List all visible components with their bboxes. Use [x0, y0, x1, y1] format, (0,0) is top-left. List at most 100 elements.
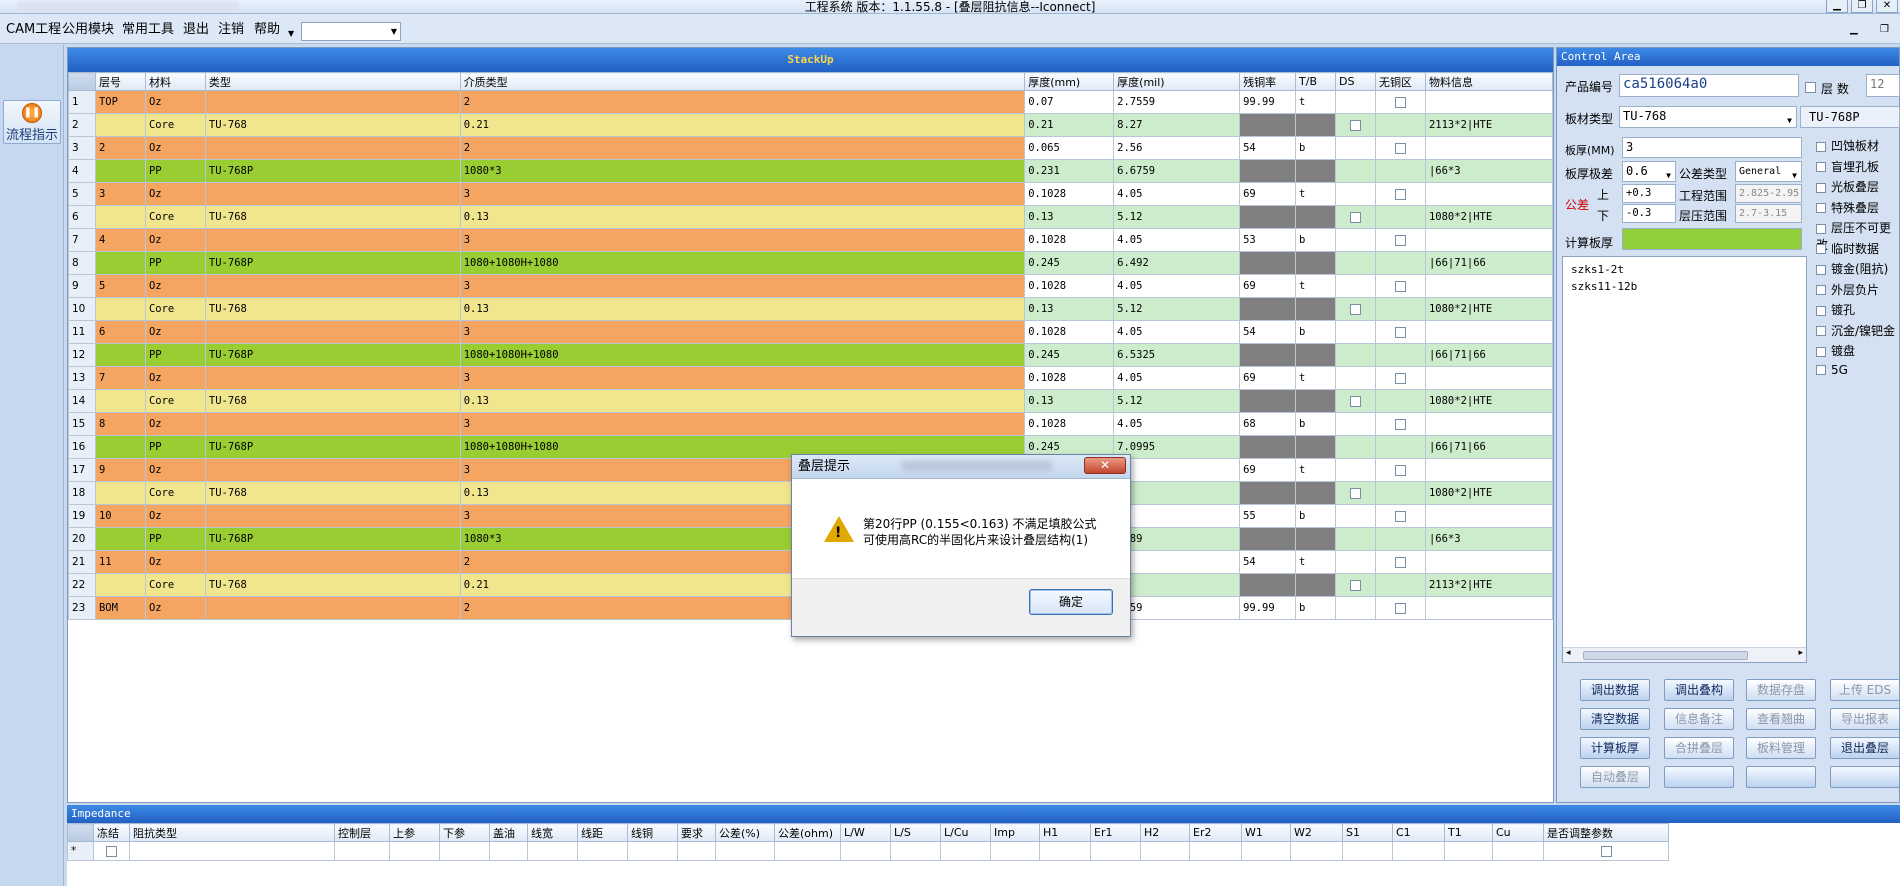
- impedance-col[interactable]: H1: [1039, 823, 1091, 842]
- cell-material[interactable]: Oz: [144, 366, 206, 390]
- cell-no-copper[interactable]: [1374, 182, 1426, 206]
- impedance-cell[interactable]: [890, 841, 941, 861]
- control-button[interactable]: 数据存盘: [1746, 679, 1816, 701]
- cell-ds[interactable]: [1335, 205, 1376, 229]
- no-copper-checkbox[interactable]: [1394, 280, 1406, 292]
- cell-type[interactable]: TU-768P: [204, 435, 461, 459]
- cell-type[interactable]: [204, 412, 461, 436]
- cell-residual-copper[interactable]: [1239, 435, 1297, 459]
- board-thickness-input[interactable]: 3: [1622, 137, 1802, 158]
- option-checkbox-row[interactable]: 特殊叠层: [1816, 199, 1879, 216]
- no-copper-checkbox[interactable]: [1394, 234, 1406, 246]
- cell-thickness-mil[interactable]: 4.05: [1113, 412, 1241, 436]
- cell-type[interactable]: [204, 504, 461, 528]
- cell-residual-copper[interactable]: [1239, 159, 1297, 183]
- row-number[interactable]: 10: [68, 297, 96, 321]
- cell-thickness-mm[interactable]: 0.1028: [1024, 320, 1115, 344]
- cell-layer[interactable]: [94, 113, 146, 137]
- cell-dielectric[interactable]: 3: [459, 228, 1026, 252]
- cell-thickness-mil[interactable]: 6.6759: [1113, 159, 1241, 183]
- cell-layer[interactable]: 10: [94, 504, 146, 528]
- cell-no-copper[interactable]: [1374, 274, 1426, 298]
- impedance-cell[interactable]: [129, 841, 335, 861]
- ds-checkbox[interactable]: [1350, 487, 1361, 499]
- cell-top-bottom[interactable]: [1295, 205, 1337, 229]
- no-copper-checkbox[interactable]: [1394, 464, 1406, 476]
- impedance-cell[interactable]: [1342, 841, 1393, 861]
- cell-material[interactable]: Oz: [144, 458, 206, 482]
- cell-type[interactable]: [204, 228, 461, 252]
- impedance-col[interactable]: L/Cu: [940, 823, 991, 842]
- cell-layer[interactable]: 2: [94, 136, 146, 160]
- cell-thickness-mil[interactable]: 4.05: [1113, 320, 1241, 344]
- impedance-cell[interactable]: [1090, 841, 1141, 861]
- cell-top-bottom[interactable]: b: [1295, 412, 1337, 436]
- impedance-col[interactable]: T1: [1444, 823, 1493, 842]
- layer-count-input[interactable]: 12: [1866, 74, 1900, 97]
- cell-no-copper[interactable]: [1374, 90, 1426, 114]
- no-copper-checkbox[interactable]: [1394, 418, 1406, 430]
- menu-help[interactable]: 帮助: [254, 22, 280, 38]
- option-checkbox-row[interactable]: 镀盘: [1816, 342, 1855, 359]
- control-button[interactable]: 查看翘曲: [1746, 708, 1816, 730]
- list-item[interactable]: szks1-2t: [1571, 261, 1637, 278]
- table-row[interactable]: 7 4 Oz 3 0.1028 4.05 53 b: [68, 228, 1554, 252]
- impedance-cell[interactable]: [1241, 841, 1291, 861]
- cell-ds[interactable]: [1335, 527, 1376, 551]
- cell-thickness-mil[interactable]: 27: [1113, 573, 1241, 597]
- cell-top-bottom[interactable]: t: [1295, 458, 1337, 482]
- row-number[interactable]: 4: [68, 159, 96, 183]
- table-row[interactable]: 13 7 Oz 3 0.1028 4.05 69 t: [68, 366, 1554, 390]
- flow-guide-button[interactable]: ❚❚ 流程指示: [3, 100, 61, 144]
- control-button[interactable]: 合拼叠层: [1664, 737, 1734, 759]
- impedance-checkbox-cell[interactable]: [1543, 841, 1669, 861]
- cell-material-info[interactable]: [1424, 90, 1554, 114]
- cell-no-copper[interactable]: [1374, 113, 1426, 137]
- cell-dielectric[interactable]: 3: [459, 274, 1026, 298]
- row-number[interactable]: 23: [68, 596, 96, 620]
- impedance-cell[interactable]: [527, 841, 578, 861]
- cell-top-bottom[interactable]: b: [1295, 504, 1337, 528]
- cell-material[interactable]: Core: [144, 573, 206, 597]
- cell-thickness-mm[interactable]: 0.21: [1024, 113, 1115, 137]
- cell-no-copper[interactable]: [1374, 366, 1426, 390]
- cell-material[interactable]: Core: [144, 205, 206, 229]
- thickness-tolerance-select[interactable]: 0.6 ▼: [1622, 161, 1676, 182]
- no-copper-checkbox[interactable]: [1394, 96, 1406, 108]
- cell-material-info[interactable]: 2113*2|HTE: [1424, 573, 1554, 597]
- cell-type[interactable]: [204, 366, 461, 390]
- cell-no-copper[interactable]: [1374, 458, 1426, 482]
- cell-material[interactable]: Oz: [144, 320, 206, 344]
- option-checkbox-row[interactable]: 镀金(阻抗): [1816, 260, 1888, 277]
- cell-thickness-mm[interactable]: 0.245: [1024, 251, 1115, 275]
- minimize-button[interactable]: ▁: [1826, 0, 1848, 13]
- cell-no-copper[interactable]: [1374, 343, 1426, 367]
- option-checkbox[interactable]: [1816, 223, 1826, 234]
- cell-residual-copper[interactable]: 55: [1239, 504, 1297, 528]
- cell-residual-copper[interactable]: 99.99: [1239, 596, 1297, 620]
- impedance-col[interactable]: 要求: [677, 823, 716, 842]
- cell-top-bottom[interactable]: [1295, 389, 1337, 413]
- cell-no-copper[interactable]: [1374, 550, 1426, 574]
- cell-thickness-mm[interactable]: 0.231: [1024, 159, 1115, 183]
- no-copper-checkbox[interactable]: [1394, 372, 1406, 384]
- cell-material[interactable]: PP: [144, 159, 206, 183]
- row-number[interactable]: 11: [68, 320, 96, 344]
- impedance-col[interactable]: 控制层: [334, 823, 390, 842]
- cell-material-info[interactable]: |66*3: [1424, 159, 1554, 183]
- cell-no-copper[interactable]: [1374, 159, 1426, 183]
- col-no-copper-zone[interactable]: 无铜区: [1374, 72, 1426, 91]
- cell-type[interactable]: TU-768P: [204, 343, 461, 367]
- cell-residual-copper[interactable]: 53: [1239, 228, 1297, 252]
- cell-material-info[interactable]: [1424, 412, 1554, 436]
- impedance-col[interactable]: 上参: [389, 823, 440, 842]
- table-row[interactable]: 15 8 Oz 3 0.1028 4.05 68 b: [68, 412, 1554, 436]
- cell-thickness-mm[interactable]: 0.07: [1024, 90, 1115, 114]
- cell-layer[interactable]: BOM: [94, 596, 146, 620]
- scroll-right-icon[interactable]: ▸: [1798, 648, 1803, 658]
- cell-dielectric[interactable]: 2: [459, 136, 1026, 160]
- cell-layer[interactable]: [94, 297, 146, 321]
- impedance-cell[interactable]: [677, 841, 716, 861]
- cell-layer[interactable]: [94, 343, 146, 367]
- impedance-cell[interactable]: [1039, 841, 1091, 861]
